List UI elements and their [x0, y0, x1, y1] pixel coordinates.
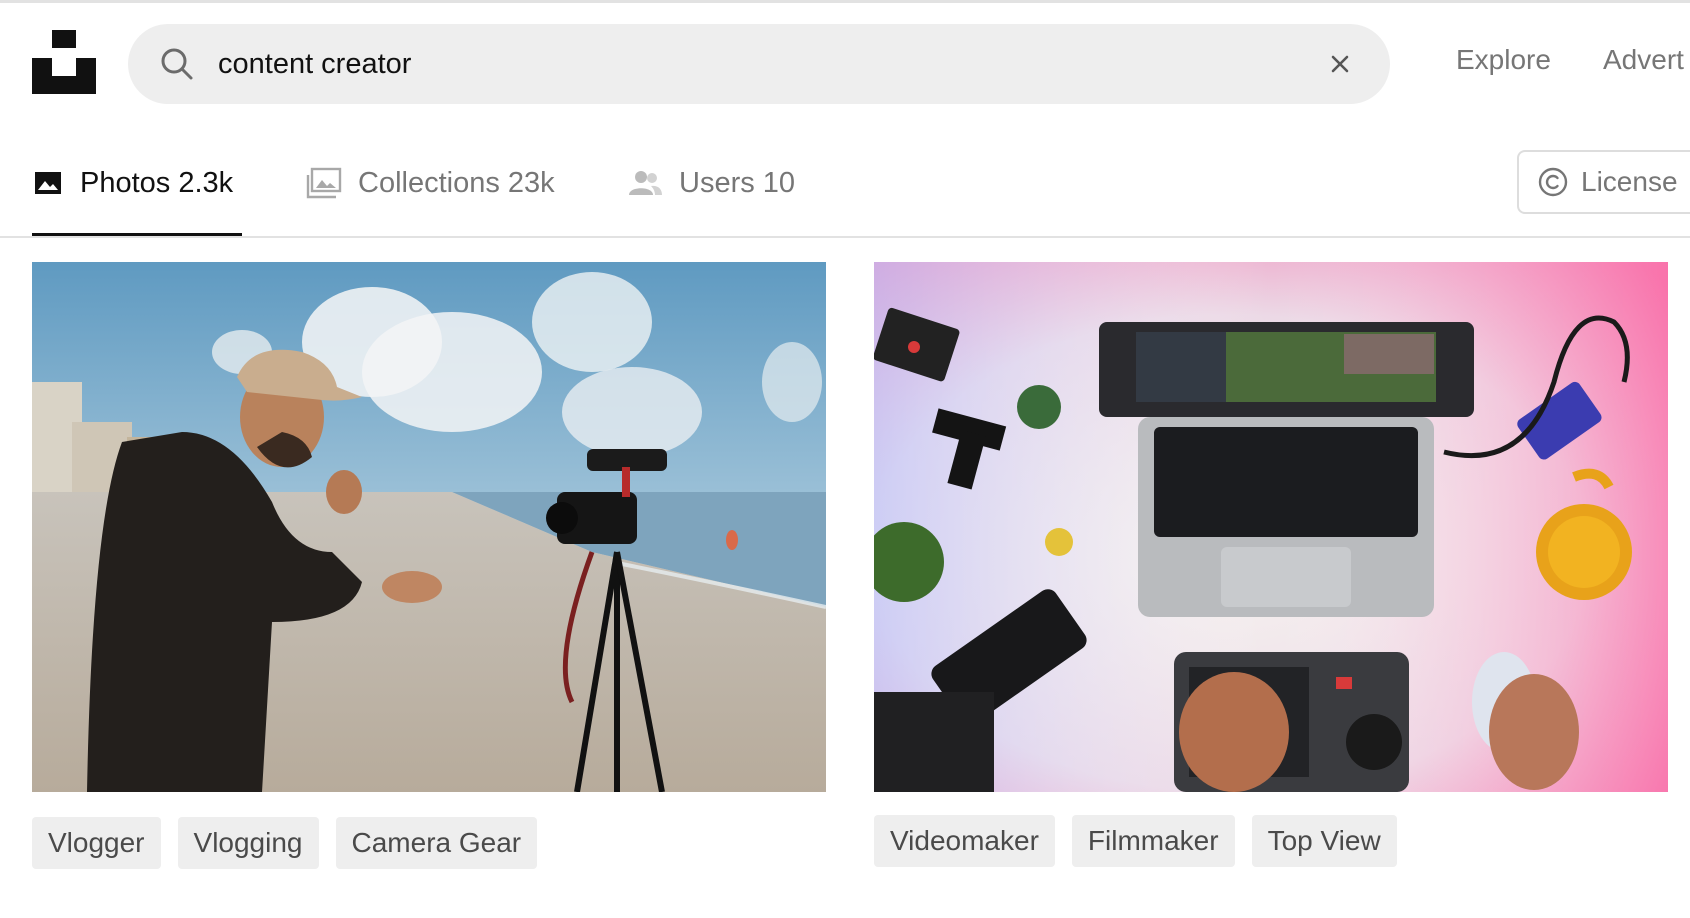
tag-chip[interactable]: Vlogger — [32, 817, 161, 869]
tag-chip[interactable]: Videomaker — [874, 815, 1055, 867]
search-icon[interactable] — [160, 47, 194, 81]
photo-card[interactable] — [874, 262, 1668, 792]
photo-tags: Videomaker Filmmaker Top View — [874, 815, 1397, 867]
tag-chip[interactable]: Filmmaker — [1071, 815, 1235, 867]
tab-users[interactable]: Users 10 — [627, 160, 795, 206]
tab-users-label: Users 10 — [679, 166, 796, 199]
collections-icon — [306, 167, 342, 199]
photo-card[interactable] — [32, 262, 826, 792]
tab-collections[interactable]: Collections 23k — [306, 160, 555, 206]
close-icon[interactable] — [1324, 48, 1356, 80]
copyright-icon — [1538, 167, 1568, 197]
tab-photos[interactable]: Photos 2.3k — [34, 160, 233, 206]
license-filter-label: License — [1581, 166, 1678, 197]
search-input[interactable] — [218, 36, 1278, 92]
tag-chip[interactable]: Vlogging — [177, 817, 319, 869]
search-bar[interactable] — [128, 24, 1390, 104]
image-icon — [35, 172, 61, 194]
photo-image[interactable] — [32, 262, 826, 792]
photo-image[interactable] — [874, 262, 1668, 792]
nav-explore-link[interactable]: Explore — [1456, 44, 1551, 76]
unsplash-logo-icon[interactable] — [32, 30, 96, 94]
tab-collections-label: Collections 23k — [358, 166, 555, 199]
nav-advertise-link[interactable]: Advert — [1603, 44, 1684, 76]
top-border — [0, 0, 1690, 3]
users-icon — [629, 171, 662, 195]
tabs-divider — [0, 236, 1690, 238]
tag-chip[interactable]: Camera Gear — [335, 817, 538, 869]
license-filter-button[interactable]: License — [1517, 150, 1690, 214]
tag-chip[interactable]: Top View — [1251, 815, 1397, 867]
tab-photos-label: Photos 2.3k — [80, 166, 234, 199]
photo-tags: Vlogger Vlogging Camera Gear — [32, 817, 538, 869]
